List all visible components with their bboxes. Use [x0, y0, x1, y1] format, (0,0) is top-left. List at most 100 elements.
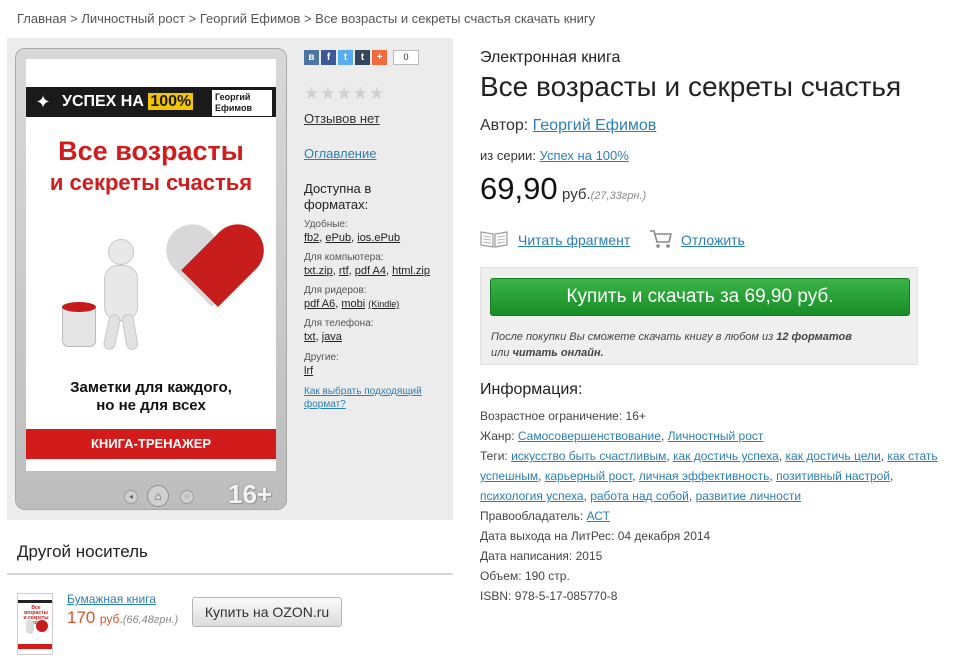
genre-link[interactable]: Самосовершенствование — [518, 429, 661, 443]
formats-heading-line2: форматах: — [304, 197, 369, 212]
info-tags: Теги: искусство быть счастливым, как дос… — [480, 449, 938, 503]
cover-title-line1: Все возрасты — [58, 136, 244, 166]
figure-illustration-leg — [120, 313, 140, 351]
twitter-icon[interactable]: t — [338, 50, 353, 65]
home-icon[interactable]: ⌂ — [147, 485, 169, 507]
tag-link[interactable]: личная эффективность — [639, 469, 770, 483]
info-holder: Правообладатель: АСТ — [480, 506, 940, 526]
menu-icon[interactable]: ⁘ — [180, 490, 194, 504]
prev-page-icon[interactable]: ◂ — [124, 490, 138, 504]
running-man-icon: ✦ — [35, 92, 51, 112]
figure-illustration-leg — [102, 313, 122, 351]
format-link-pdf-a4[interactable]: pdf A4 — [355, 265, 386, 277]
cover-title: Все возрасты и секреты счастья — [26, 135, 276, 199]
format-link-mobi[interactable]: mobi — [341, 298, 365, 310]
open-book-icon[interactable] — [480, 230, 508, 248]
reviews-link[interactable]: Отзывов нет — [304, 111, 380, 126]
format-link-fb2[interactable]: fb2 — [304, 232, 319, 244]
rights-holder-link[interactable]: АСТ — [587, 509, 610, 523]
info-value: 978-5-17-085770-8 — [514, 589, 618, 603]
plus-icon[interactable]: + — [372, 50, 387, 65]
book-info: Возрастное ограничение: 16+ Жанр: Самосо… — [480, 406, 940, 606]
series-link[interactable]: Успех на 100% — [540, 148, 629, 163]
info-value: 04 декабря 2014 — [617, 529, 711, 543]
format-link-lrf[interactable]: lrf — [304, 365, 313, 377]
format-link-kindle[interactable]: (Kindle) — [368, 299, 399, 309]
info-written: Дата написания: 2015 — [480, 546, 940, 566]
cover-series: УСПЕХ НА 100% — [62, 93, 194, 111]
author-line: Автор: Георгий Ефимов — [480, 117, 656, 135]
read-fragment-link[interactable]: Читать фрагмент — [518, 232, 630, 248]
format-link-txt-zip[interactable]: txt.zip — [304, 265, 333, 277]
buy-note: После покупки Вы сможете скачать книгу в… — [491, 329, 911, 361]
format-link-pdf-a6[interactable]: pdf A6 — [304, 298, 335, 310]
rating-stars[interactable]: ★★★★★ — [304, 84, 385, 104]
share-count: 0 — [393, 50, 419, 65]
breadcrumb-author[interactable]: Георгий Ефимов — [200, 11, 300, 26]
author-link[interactable]: Георгий Ефимов — [533, 117, 657, 134]
tag-link[interactable]: искусство быть счастливым — [511, 449, 666, 463]
format-link-epub[interactable]: ePub — [325, 232, 351, 244]
format-link-html-zip[interactable]: html.zip — [392, 265, 430, 277]
divider — [7, 573, 453, 575]
breadcrumb-separator: > — [185, 11, 200, 26]
tag-link[interactable]: работа над собой — [590, 489, 689, 503]
defer-link[interactable]: Отложить — [681, 232, 745, 248]
cover-title-line2: и секреты счастья — [49, 170, 253, 195]
info-value: 16+ — [625, 409, 646, 423]
format-group-label: Для телефона: — [304, 318, 374, 329]
tumblr-icon[interactable]: t — [355, 50, 370, 65]
toc-link[interactable]: Оглавление — [304, 146, 376, 161]
breadcrumb-category[interactable]: Личностный рост — [81, 11, 185, 26]
breadcrumb-separator: > — [66, 11, 82, 26]
tag-link[interactable]: развитие личности — [696, 489, 801, 503]
buy-box: Купить и скачать за 69,90 руб. После пок… — [480, 267, 918, 365]
tag-link[interactable]: карьерный рост — [545, 469, 632, 483]
other-medium-heading: Другой носитель — [17, 542, 148, 561]
vk-icon[interactable]: в — [304, 50, 319, 65]
info-label: Дата написания: — [480, 549, 573, 563]
buy-ozon-button[interactable]: Купить на OZON.ru — [192, 597, 342, 627]
paper-book-link[interactable]: Бумажная книга — [67, 592, 156, 606]
book-media-panel: ✦ УСПЕХ НА 100% Георгий Ефимов Все возра… — [7, 38, 453, 520]
paper-book-thumbnail[interactable]: Все возрастыи секреты счастья — [17, 593, 53, 655]
info-genre: Жанр: Самосовершенствование, Личностный … — [480, 429, 764, 443]
format-group-list: fb2, ePub, ios.ePub — [304, 232, 401, 244]
facebook-icon[interactable]: f — [321, 50, 336, 65]
breadcrumb-current: Все возрасты и секреты счастья скачать к… — [315, 11, 596, 26]
figure-illustration-body — [104, 265, 138, 321]
info-isbn: ISBN: 978-5-17-085770-8 — [480, 586, 940, 606]
format-group-label: Удобные: — [304, 219, 348, 230]
cover-series-number: 100% — [148, 93, 194, 110]
buy-download-button[interactable]: Купить и скачать за 69,90 руб. — [490, 278, 910, 316]
price-alt-currency: (27,33грн.) — [590, 190, 647, 202]
tag-link[interactable]: как достичь успеха — [673, 449, 779, 463]
tag-link[interactable]: психология успеха — [480, 489, 584, 503]
format-link-ios-epub[interactable]: ios.ePub — [357, 232, 400, 244]
figure-illustration-head — [108, 239, 134, 265]
format-link-java[interactable]: java — [322, 331, 342, 343]
book-kind: Электронная книга — [480, 49, 621, 66]
breadcrumb-home[interactable]: Главная — [17, 11, 66, 26]
buy-note-text: или — [491, 347, 513, 359]
series-label: из серии: — [480, 148, 536, 163]
info-age: Возрастное ограничение: 16+ — [480, 406, 940, 426]
genre-link[interactable]: Личностный рост — [668, 429, 764, 443]
tag-link[interactable]: как достичь цели — [786, 449, 881, 463]
page-title: Все возрасты и секреты счастья — [480, 71, 902, 102]
info-value: 2015 — [575, 549, 603, 563]
book-cover[interactable]: ✦ УСПЕХ НА 100% Георгий Ефимов Все возра… — [26, 59, 276, 471]
author-label: Автор: — [480, 117, 529, 134]
cover-subtitle-line1: Заметки для каждого, — [70, 379, 232, 396]
cover-author: Георгий Ефимов — [212, 90, 272, 116]
info-label: Возрастное ограничение: — [480, 409, 623, 423]
cart-icon[interactable] — [649, 229, 673, 249]
how-to-choose-format-link[interactable]: Как выбрать подходящий формат? — [304, 385, 444, 411]
tag-link[interactable]: позитивный настрой — [776, 469, 890, 483]
price-value: 69,90 — [480, 171, 558, 206]
format-link-rtf[interactable]: rtf — [339, 265, 349, 277]
how-to-choose-line2: формат? — [304, 399, 346, 410]
price-currency: руб. — [562, 186, 591, 203]
format-link-txt[interactable]: txt — [304, 331, 316, 343]
paper-price: 170 руб.(66,48грн.) — [67, 608, 178, 628]
